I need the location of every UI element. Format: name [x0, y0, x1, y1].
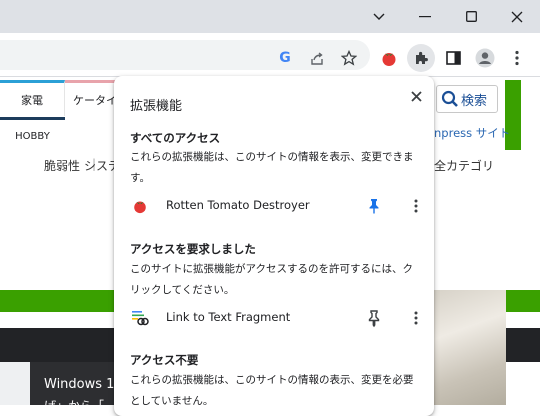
extension-row-link-to-text-fragment[interactable]: Link to Text Fragment — [114, 302, 434, 334]
close-popup-button[interactable] — [404, 84, 428, 108]
minimize-button[interactable] — [402, 0, 448, 33]
tab-search-chevron-icon[interactable] — [356, 0, 402, 33]
section-description: このサイトに拡張機能がアクセスするのを許可するには、クリックしてください。 — [130, 263, 413, 296]
article-title: Windows 1 — [44, 377, 115, 392]
section-heading-requested-access: アクセスを要求しました — [130, 242, 256, 256]
section-description: これらの拡張機能は、このサイトの情報の表示、変更を必要としていません。 — [130, 374, 414, 407]
section-heading-full-access: すべてのアクセス — [130, 131, 221, 145]
extensions-puzzle-icon — [416, 51, 428, 64]
close-window-button[interactable] — [494, 0, 540, 33]
section-description: これらの拡張機能は、このサイトの情報を表示、変更できます。 — [130, 151, 414, 184]
profile-icon[interactable] — [473, 46, 497, 70]
nav-tab-label: HOBBY — [15, 131, 50, 142]
maximize-button[interactable] — [448, 0, 494, 33]
more-vert-icon — [414, 199, 418, 213]
nav-tab-kaden[interactable]: 家電 — [0, 80, 65, 116]
extension-name: Rotten Tomato Destroyer — [166, 198, 310, 212]
nav-tab-label: ケータイ — [73, 93, 117, 107]
bookmark-star-icon[interactable] — [337, 46, 361, 70]
google-icon[interactable]: G — [273, 46, 297, 70]
google-letter: G — [279, 50, 291, 66]
window-title-bar — [0, 0, 540, 33]
search-icon — [441, 90, 458, 107]
section-heading-no-access-needed: アクセス不要 — [130, 353, 199, 367]
site-search-button[interactable]: 検索 — [436, 85, 498, 113]
side-panel-icon[interactable] — [441, 46, 465, 70]
nav-tab-hobby[interactable]: HOBBY — [0, 117, 65, 153]
nav-tab-label: 家電 — [21, 93, 43, 107]
close-icon — [410, 90, 422, 102]
link-fragment-icon — [132, 311, 149, 326]
article-subtitle: げ」から「 — [44, 397, 104, 405]
search-label: 検索 — [461, 93, 488, 109]
impress-sites-link[interactable]: npress サイト — [434, 125, 510, 141]
article-photo — [434, 290, 506, 405]
extensions-button[interactable] — [407, 44, 435, 72]
extensions-popup: 拡張機能 すべてのアクセス これらの拡張機能は、このサイトの情報を表示、変更でき… — [114, 76, 434, 416]
extension-row-rotten-tomato[interactable]: Rotten Tomato Destroyer — [114, 190, 434, 222]
share-icon[interactable] — [305, 46, 329, 70]
menu-icon[interactable] — [505, 46, 529, 70]
pin-button[interactable] — [364, 196, 384, 216]
tomato-icon — [134, 201, 146, 214]
all-categories-link[interactable]: 全カテゴリ — [434, 157, 494, 174]
extension-menu-button[interactable] — [406, 195, 426, 217]
pin-button[interactable] — [364, 308, 384, 328]
popup-title: 拡張機能 — [130, 99, 183, 114]
tomato-extension-icon[interactable] — [377, 46, 401, 70]
article-thumbnail — [0, 362, 30, 405]
extension-menu-button[interactable] — [406, 307, 426, 329]
unpinned-icon — [368, 310, 380, 328]
extension-name: Link to Text Fragment — [166, 310, 291, 324]
pinned-icon — [369, 199, 379, 214]
more-vert-icon — [414, 311, 418, 325]
subnav-vulnerability[interactable]: 脆弱性 — [44, 157, 80, 174]
